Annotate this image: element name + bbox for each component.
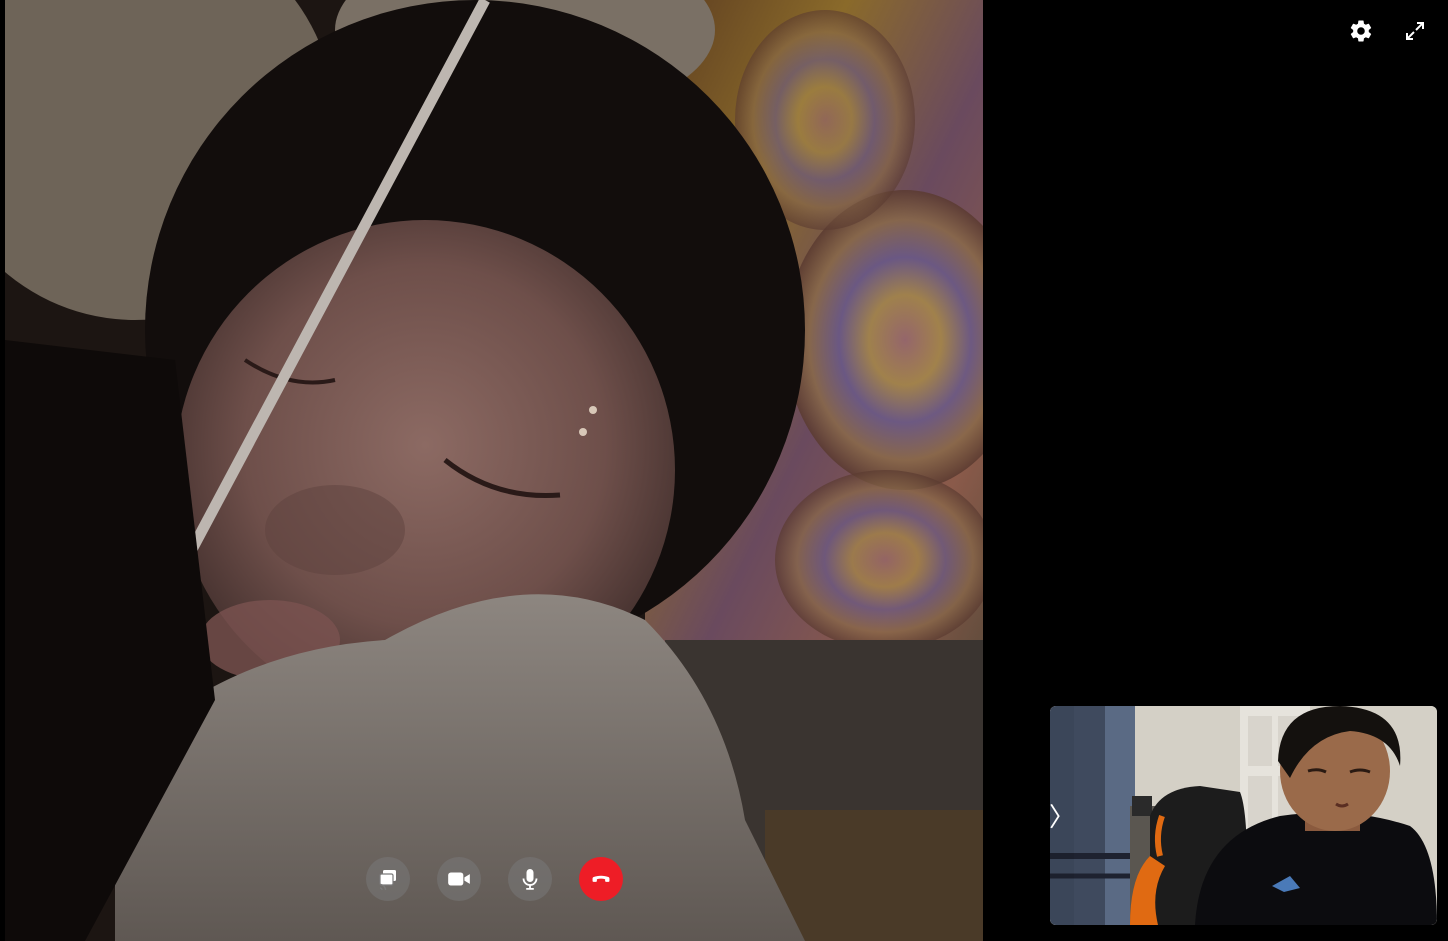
remote-video-image: [5, 0, 983, 941]
top-controls: [1344, 14, 1432, 48]
screen-share-icon: [379, 870, 396, 891]
toggle-video-button[interactable]: [437, 857, 481, 901]
end-call-button[interactable]: [579, 857, 623, 901]
video-call-window: 〉: [0, 0, 1448, 941]
gear-icon: [1350, 20, 1372, 42]
collapse-preview-button[interactable]: 〉: [1050, 706, 1076, 925]
fullscreen-button[interactable]: [1398, 14, 1432, 48]
share-screen-button[interactable]: [366, 857, 410, 901]
remote-video-feed: [5, 0, 983, 941]
self-video-image: [1050, 706, 1437, 925]
end-call-icon: [592, 875, 610, 882]
settings-button[interactable]: [1344, 14, 1378, 48]
microphone-icon: [522, 869, 538, 890]
fullscreen-icon: [1406, 22, 1424, 40]
call-controls-bar: [366, 857, 623, 901]
self-video-preview[interactable]: 〉: [1050, 706, 1437, 925]
toggle-mic-button[interactable]: [508, 857, 552, 901]
chevron-right-icon: 〉: [1050, 803, 1076, 833]
video-camera-icon: [448, 872, 470, 886]
